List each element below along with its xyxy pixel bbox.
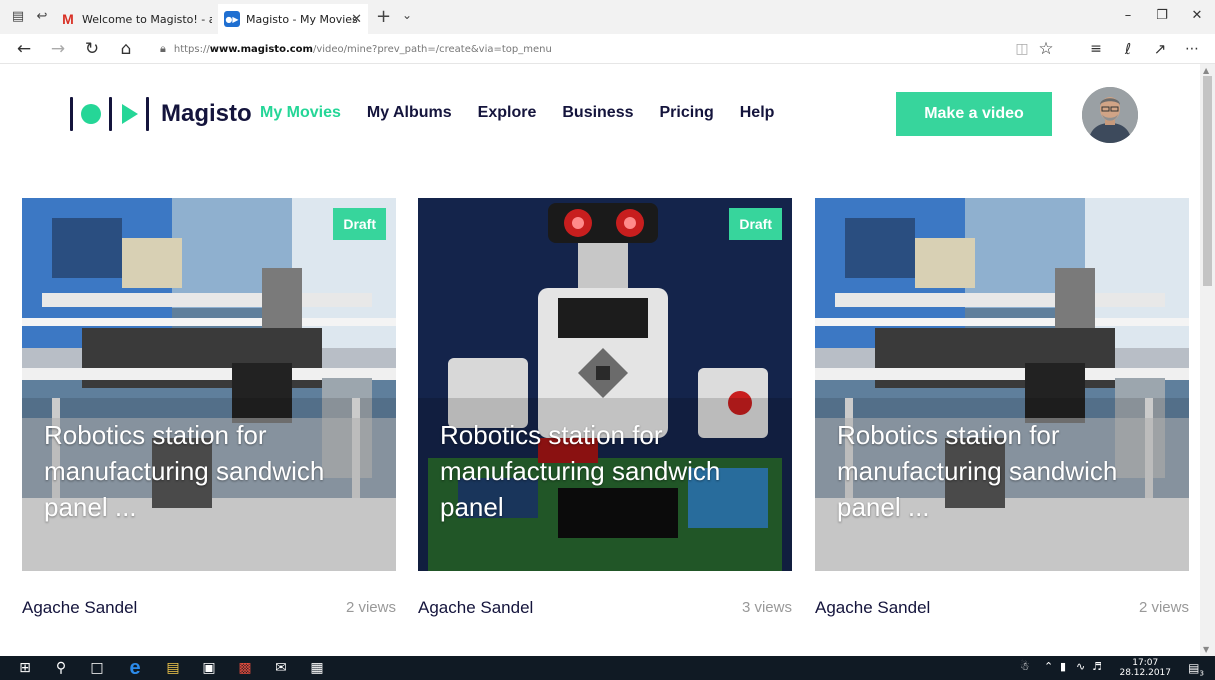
new-tab-icon[interactable]: + [376,6,391,27]
close-tab-icon[interactable]: ✕ [351,12,362,27]
movie-owner[interactable]: Agache Sandel [22,598,137,618]
reading-view-icon[interactable]: ◫ [1012,39,1032,59]
url-host: www.magisto.com [209,43,313,55]
web-note-icon[interactable]: ℓ [1118,39,1138,59]
clock-time: 17:07 [1132,658,1159,668]
user-avatar[interactable] [1082,87,1138,143]
movie-views: 2 views [345,599,396,616]
logo-bar [109,97,112,131]
tab-title: Welcome to Magisto! - agac [82,12,212,26]
browser-window: ▤ ↩ M Welcome to Magisto! - agac ●▶ Magi… [0,0,1215,680]
movie-views: 2 views [1138,599,1189,616]
menu-pricing[interactable]: Pricing [660,104,714,122]
tab-magisto[interactable]: ●▶ Magisto - My Movies ✕ [218,4,368,34]
favorites-hub-icon[interactable]: ≡ [1086,39,1106,59]
refresh-icon[interactable]: ↻ [82,39,102,59]
movie-owner[interactable]: Agache Sandel [815,598,930,618]
tab-gmail[interactable]: M Welcome to Magisto! - agac [60,4,212,34]
address-bar[interactable]: 🔒︎ https:// www.magisto.com /video/mine?… [160,38,1000,60]
clock-date: 28.12.2017 [1119,668,1171,678]
movie-owner[interactable]: Agache Sandel [418,598,533,618]
menu-my-movies[interactable]: My Movies [260,104,341,122]
movie-title[interactable]: Robotics station for manufacturing sandw… [440,417,776,525]
magisto-logo[interactable]: Magisto [62,94,252,134]
volume-icon[interactable]: ♬ [1092,660,1102,673]
scroll-up-icon[interactable]: ▲ [1203,66,1209,75]
back-icon[interactable]: ← [14,39,34,59]
browser-toolbar: ← → ↻ ⌂ 🔒︎ https:// www.magisto.com /vid… [0,34,1215,64]
url-path: /video/mine?prev_path=/create&via=top_me… [312,43,552,55]
system-clock[interactable]: 17:07 28.12.2017 [1119,658,1171,678]
make-video-button[interactable]: Make a video [896,92,1052,136]
task-view-icon[interactable]: □ [86,659,108,677]
movie-card[interactable]: Robotics station for manufacturing sandw… [815,198,1189,627]
battery-icon[interactable]: ▮ [1060,660,1066,673]
menu-my-albums[interactable]: My Albums [367,104,452,122]
logo-wordmark: Magisto [161,100,252,127]
tab-strip: ▤ ↩ M Welcome to Magisto! - agac ●▶ Magi… [0,0,1215,34]
movie-meta: Agache Sandel 2 views [22,571,396,627]
menu-explore[interactable]: Explore [478,104,537,122]
action-center-icon[interactable]: ▤3 [1187,659,1205,677]
draft-badge: Draft [333,208,386,240]
favorite-star-icon[interactable]: ☆ [1036,39,1056,59]
menu-business[interactable]: Business [562,104,633,122]
tab-title: Magisto - My Movies [246,12,358,26]
scroll-thumb[interactable] [1203,76,1212,286]
logo-dot [81,104,101,124]
restore-icon[interactable]: ❐ [1152,8,1172,23]
mail-icon[interactable]: ✉ [270,659,292,677]
more-options-icon[interactable]: ⋯ [1182,39,1202,59]
edge-browser-icon[interactable]: e [124,658,146,678]
word-app-icon[interactable]: ▦ [306,659,328,677]
movie-card[interactable]: Draft Robotics station for manufacturing… [22,198,396,627]
main-menu: My Movies My Albums Explore Business Pri… [260,104,774,122]
taskbar: ⊞ ⚲ □ e ▤ ▣ ▩ ✉ ▦ ☃ ⌃ ▮ ∿ ♬ 17:07 28.12.… [0,656,1215,680]
site-header: Magisto My Movies My Albums Explore Busi… [0,64,1200,174]
file-explorer-icon[interactable]: ▤ [162,659,184,677]
movie-thumbnail[interactable]: Draft Robotics station for manufacturing… [22,198,396,571]
movie-title[interactable]: Robotics station for manufacturing sandw… [44,417,380,525]
home-icon[interactable]: ⌂ [116,39,136,59]
avatar-image [1082,87,1138,143]
minimize-icon[interactable]: – [1118,8,1138,23]
set-aside-tabs-icon[interactable]: ↩ [34,9,50,25]
draft-badge: Draft [729,208,782,240]
movie-thumbnail[interactable]: Draft Robotics station for manufacturing… [418,198,792,571]
people-icon[interactable]: ☃ [1020,660,1030,673]
chevron-up-icon[interactable]: ⌃ [1044,660,1053,673]
gmail-icon: M [62,11,74,27]
movie-title[interactable]: Robotics station for manufacturing sandw… [837,417,1173,525]
movie-meta: Agache Sandel 2 views [815,571,1189,627]
movie-card[interactable]: Draft Robotics station for manufacturing… [418,198,792,627]
logo-bar [70,97,73,131]
close-window-icon[interactable]: ✕ [1187,8,1207,23]
chevron-down-icon[interactable]: ⌄ [402,8,412,22]
gift-app-icon[interactable]: ▩ [234,659,256,677]
url-prefix: https:// [173,43,210,55]
search-icon[interactable]: ⚲ [50,659,72,677]
movie-thumbnail[interactable]: Robotics station for manufacturing sandw… [815,198,1189,571]
lock-icon: 🔒︎ [160,42,166,55]
magisto-icon: ●▶ [224,11,240,27]
share-icon[interactable]: ↗ [1150,39,1170,59]
menu-help[interactable]: Help [740,104,775,122]
wifi-icon[interactable]: ∿ [1076,660,1085,673]
windows-start-icon[interactable]: ⊞ [14,659,36,677]
movie-meta: Agache Sandel 3 views [418,571,792,627]
scroll-down-icon[interactable]: ▼ [1203,645,1209,654]
page-scrollbar[interactable]: ▲ ▼ [1200,64,1215,656]
logo-play-icon [122,104,138,124]
store-icon[interactable]: ▣ [198,659,220,677]
forward-icon[interactable]: → [48,39,68,59]
movie-views: 3 views [741,599,792,616]
notification-count: 3 [1199,669,1204,678]
tab-actions-icon[interactable]: ▤ [10,9,26,25]
logo-bar [146,97,149,131]
